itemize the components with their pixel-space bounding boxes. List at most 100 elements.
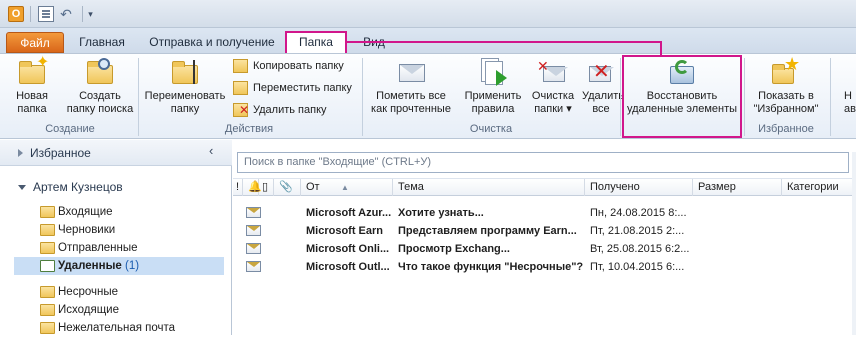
group-label-favorites: Избранное	[758, 123, 814, 135]
sort-indicator-icon: ▲	[341, 183, 349, 192]
item-type-icon[interactable]: ▯	[259, 179, 274, 196]
drafts-icon	[40, 224, 55, 236]
favorites-header[interactable]: Избранное ‹	[0, 140, 232, 166]
run-rules-label: Применить правила	[464, 90, 522, 115]
received-column[interactable]: Получено	[585, 179, 693, 196]
mark-all-read-label: Пометить все как прочтенные	[371, 90, 451, 115]
mark-all-read-button[interactable]: Пометить все как прочтенные	[366, 56, 456, 122]
message-row[interactable]: Microsoft Outl... Что такое функция "Нес…	[233, 258, 856, 276]
collapse-pane-icon[interactable]: ‹	[209, 143, 213, 158]
message-received: Вт, 25.08.2015 6:2...	[590, 243, 690, 255]
message-from: Microsoft Azur...	[306, 207, 391, 219]
envelope-icon	[246, 261, 261, 272]
subject-column[interactable]: Тема	[393, 179, 585, 196]
message-received: Пт, 10.04.2015 6:...	[590, 261, 685, 273]
tab-file[interactable]: Файл	[6, 32, 64, 53]
tab-home[interactable]: Главная	[74, 32, 130, 53]
clean-up-icon: ✕	[537, 56, 569, 88]
toolbar-divider	[30, 6, 31, 22]
folder-sent[interactable]: Отправленные	[14, 239, 224, 257]
tab-send-receive[interactable]: Отправка и получение	[140, 32, 284, 53]
new-folder-label: Новая папка	[16, 90, 48, 115]
account-header[interactable]: Артем Кузнецов	[18, 180, 123, 194]
group-divider	[620, 58, 621, 136]
envelope-icon	[246, 243, 261, 254]
delete-folder-button[interactable]: ✕ Удалить папку	[233, 101, 327, 119]
unread-count: (1)	[125, 260, 140, 272]
delete-all-button[interactable]: ✕ Удалить все	[582, 56, 624, 122]
highlight-frame	[622, 55, 742, 138]
attachment-icon[interactable]: 📎	[274, 179, 301, 196]
message-subject: Просмотр Exchang...	[398, 243, 510, 255]
autoarchive-label: Навто	[844, 90, 856, 115]
group-divider	[830, 58, 831, 136]
message-from: Microsoft Earn	[306, 225, 384, 237]
message-subject: Хотите узнать...	[398, 207, 484, 219]
folder-clutter[interactable]: Несрочные	[14, 283, 224, 301]
collapse-icon	[18, 185, 26, 191]
copy-folder-button[interactable]: Копировать папку	[233, 57, 344, 75]
trash-icon	[40, 260, 55, 272]
reminder-bell-icon[interactable]: 🔔	[243, 179, 262, 196]
folder-junk[interactable]: Нежелательная почта	[14, 319, 224, 337]
clean-up-folder-button[interactable]: ✕ Очистка папки ▾	[526, 56, 580, 122]
message-row[interactable]: Microsoft Azur... Хотите узнать... Пн, 2…	[233, 204, 856, 222]
delete-all-icon: ✕	[585, 56, 617, 88]
move-folder-button[interactable]: Переместить папку	[233, 79, 352, 97]
create-search-folder-button[interactable]: Создать папку поиска	[66, 56, 134, 122]
search-input[interactable]: Поиск в папке "Входящие" (CTRL+У)	[237, 152, 849, 173]
folder-drafts[interactable]: Черновики	[14, 221, 224, 239]
rename-folder-icon	[169, 56, 201, 88]
folder-inbox[interactable]: Входящие	[14, 203, 224, 221]
folder-icon	[40, 286, 55, 298]
folder-deleted[interactable]: Удаленные (1)	[14, 257, 224, 275]
search-folder-icon	[84, 56, 116, 88]
new-folder-button[interactable]: ✦ Новая папка	[6, 55, 58, 122]
message-received: Пн, 24.08.2015 8:...	[590, 207, 687, 219]
group-divider	[362, 58, 363, 136]
outbox-icon	[40, 304, 55, 316]
tab-folder[interactable]: Папка	[285, 31, 347, 54]
importance-column[interactable]: !	[233, 179, 243, 196]
move-folder-label: Переместить папку	[253, 82, 352, 94]
expand-icon	[18, 149, 23, 157]
autoarchive-button[interactable]: Навто	[834, 56, 856, 122]
highlight-connector	[347, 41, 662, 43]
categories-column[interactable]: Категории	[782, 179, 856, 196]
envelope-icon	[246, 225, 261, 236]
show-in-favorites-button[interactable]: ★ Показать в "Избранном"	[746, 55, 826, 122]
account-name: Артем Кузнецов	[33, 180, 123, 194]
highlight-connector	[660, 41, 662, 56]
navigation-pane: Избранное ‹ Артем Кузнецов Входящие Черн…	[0, 140, 232, 335]
sent-icon	[40, 242, 55, 254]
group-divider	[138, 58, 139, 136]
message-subject: Представляем программу Earn...	[398, 225, 577, 237]
new-item-icon[interactable]	[38, 6, 54, 22]
run-rules-button[interactable]: Применить правила	[460, 56, 526, 122]
junk-icon	[40, 322, 55, 334]
message-list-pane: Поиск в папке "Входящие" (CTRL+У) ! 🔔 ▯ …	[233, 140, 856, 335]
group-label-create: Создание	[45, 123, 95, 135]
from-column[interactable]: От ▲	[301, 179, 393, 196]
move-folder-icon	[233, 81, 248, 95]
rename-folder-button[interactable]: Переименовать папку	[140, 56, 230, 122]
group-divider	[744, 58, 745, 136]
column-header-row: ! 🔔 ▯ 📎 От ▲ Тема Получено Размер Категор…	[233, 178, 856, 196]
outlook-logo-icon[interactable]: O	[8, 6, 24, 22]
envelope-icon	[246, 207, 261, 218]
size-column[interactable]: Размер	[693, 179, 782, 196]
customize-toolbar-icon[interactable]: ▾	[82, 6, 98, 22]
group-label-actions: Действия	[224, 123, 274, 135]
copy-folder-label: Копировать папку	[253, 60, 344, 72]
delete-folder-icon: ✕	[233, 103, 249, 117]
scrollbar[interactable]	[852, 152, 856, 335]
message-row[interactable]: Microsoft Earn Представляем программу Ea…	[233, 222, 856, 240]
undo-icon[interactable]: ↶	[58, 6, 74, 22]
delete-all-label: Удалить все	[582, 90, 624, 115]
new-folder-icon: ✦	[16, 55, 49, 88]
show-in-favorites-label: Показать в "Избранном"	[753, 90, 819, 115]
message-subject: Что такое функция "Несрочные"?	[398, 261, 583, 273]
message-row[interactable]: Microsoft Onli... Просмотр Exchang... Вт…	[233, 240, 856, 258]
folder-outbox[interactable]: Исходящие	[14, 301, 224, 319]
message-from: Microsoft Onli...	[306, 243, 390, 255]
